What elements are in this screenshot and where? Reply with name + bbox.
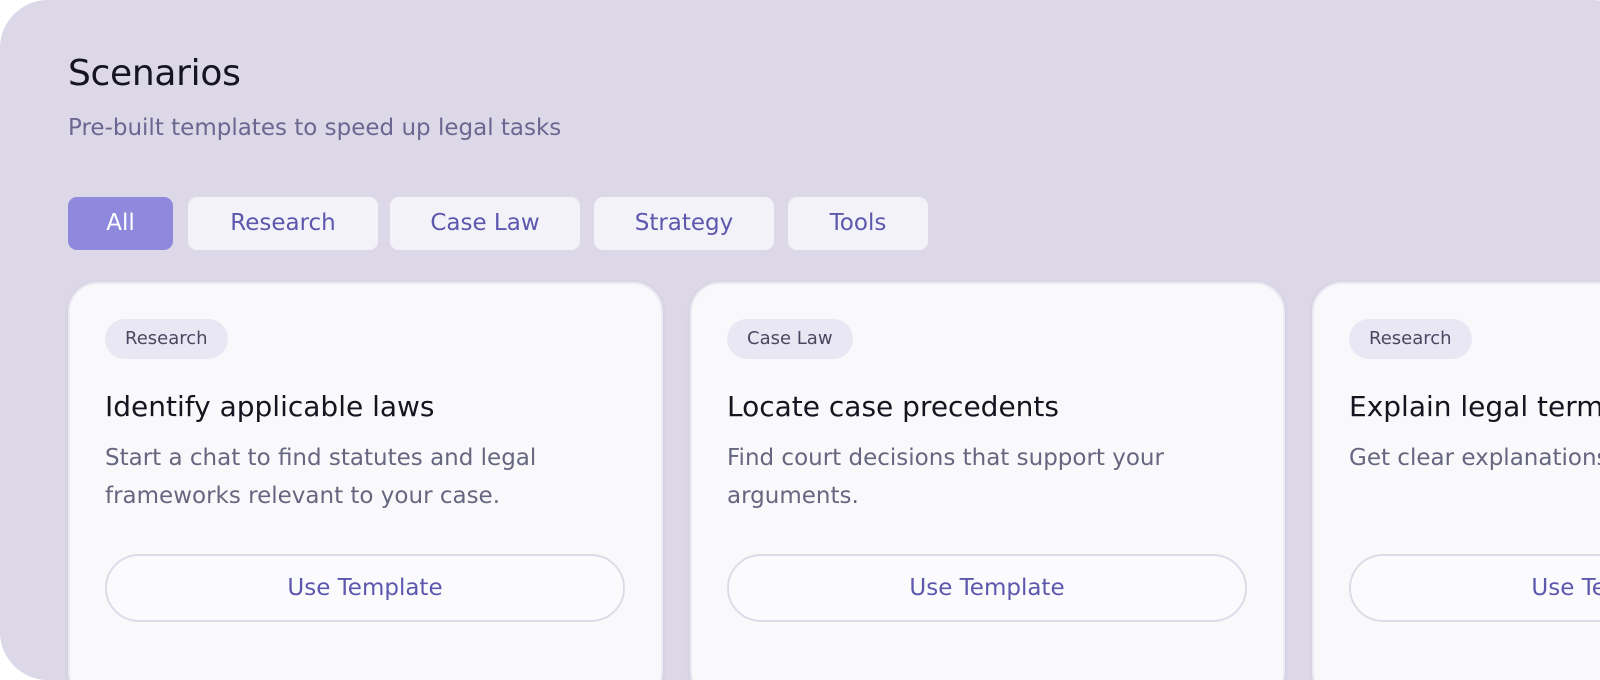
filter-strategy[interactable]: Strategy [594,197,774,250]
template-card-legal-terms: Research Explain legal terms Get clear e… [1312,282,1600,680]
card-title: Identify applicable laws [105,390,435,423]
use-template-button[interactable]: Use Template [727,554,1247,622]
page-title: Scenarios [68,53,241,94]
filter-case-law[interactable]: Case Law [390,197,580,250]
page-subtitle: Pre-built templates to speed up legal ta… [68,115,562,141]
filter-all[interactable]: All [68,197,173,250]
template-card-identify-laws: Research Identify applicable laws Start … [68,282,663,680]
card-title: Locate case precedents [727,390,1059,423]
card-description: Get clear explanations of legal concepts… [1349,445,1600,471]
filter-research[interactable]: Research [188,197,378,250]
use-template-button[interactable]: Use Template [1349,554,1600,622]
category-tag: Research [1349,319,1472,359]
category-tag: Case Law [727,319,853,359]
scenarios-panel: Scenarios Pre-built templates to speed u… [0,0,1600,680]
template-card-case-precedents: Case Law Locate case precedents Find cou… [690,282,1285,680]
card-description: Find court decisions that support your a… [727,445,1164,509]
card-title: Explain legal terms [1349,390,1600,423]
card-description: Start a chat to find statutes and legal … [105,445,537,509]
category-tag: Research [105,319,228,359]
filter-tools[interactable]: Tools [788,197,928,250]
use-template-button[interactable]: Use Template [105,554,625,622]
